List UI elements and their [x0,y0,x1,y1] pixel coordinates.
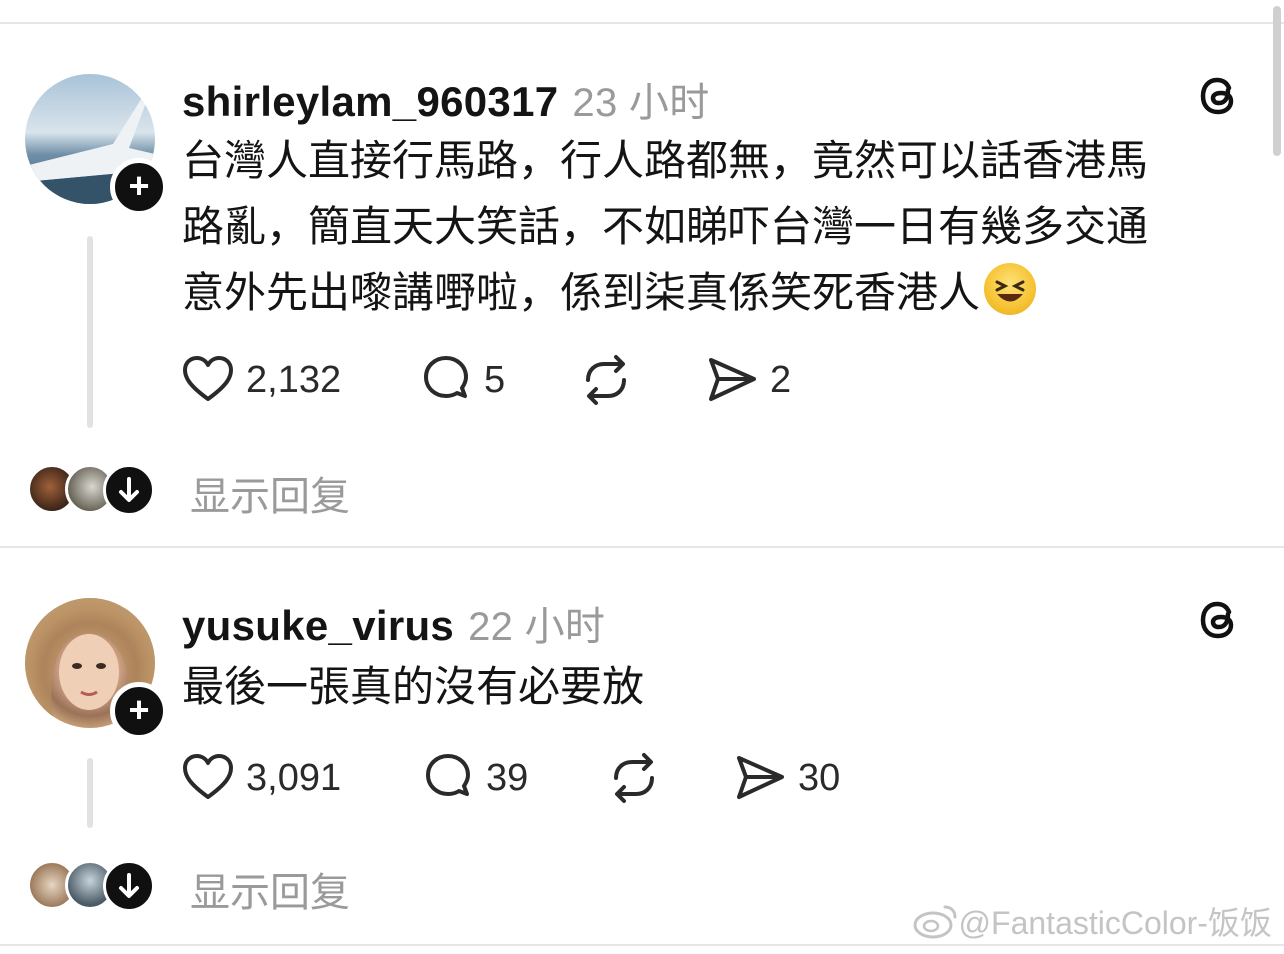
like-count: 3,091 [246,756,342,799]
repost-icon [586,355,626,405]
arrow-down-icon [119,873,139,898]
reply-avatars[interactable] [25,464,165,516]
show-replies-link[interactable]: 显示回复 [190,464,350,522]
follow-button[interactable]: + [110,682,168,740]
expand-replies-button[interactable] [103,464,155,516]
send-icon [737,756,784,799]
send-icon [709,358,756,401]
threads-logo-icon[interactable] [1196,72,1244,120]
laughing-emoji [984,263,1037,315]
comment-bubble-icon [424,356,468,398]
username[interactable]: shirleylam_960317 [182,78,558,125]
watermark-text: @FantasticColor-饭饭 [958,905,1272,941]
scrollbar[interactable] [1270,0,1284,160]
bottom-divider [0,944,1284,946]
heart-icon [183,356,233,401]
top-divider [0,22,1284,24]
repost-button[interactable] [606,750,662,806]
show-replies-link[interactable]: 显示回复 [190,860,350,918]
plus-icon: + [128,165,150,206]
share-button[interactable]: 30 [732,750,840,806]
share-count: 2 [770,358,792,401]
comment-count: 39 [486,756,529,799]
post-header: yusuke_virus 22 小时 [182,594,605,652]
plus-icon: + [128,689,150,730]
username[interactable]: yusuke_virus [182,602,454,649]
repost-button[interactable] [578,352,634,408]
heart-icon [183,754,233,799]
like-count: 2,132 [246,358,342,401]
like-button[interactable]: 3,091 [180,750,341,806]
like-button[interactable]: 2,132 [180,352,341,408]
weibo-logo-icon [913,905,957,939]
thread-line [87,758,93,828]
post-text: 最後一張真的沒有必要放 [182,654,1232,720]
post-header: shirleylam_960317 23 小时 [182,70,710,128]
post-divider [0,546,1284,548]
post-text-content: 最後一張真的沒有必要放 [182,663,645,710]
comment-count: 5 [484,358,506,401]
scrollbar-thumb[interactable] [1273,6,1281,156]
threads-logo-icon[interactable] [1196,596,1244,644]
comment-button[interactable]: 39 [420,750,528,806]
post-text: 台灣人直接行馬路，行人路都無，竟然可以話香港馬 路亂，簡直天大笑話，不如睇吓台灣… [182,128,1232,326]
comment-button[interactable]: 5 [418,352,505,408]
comment-bubble-icon [426,754,470,796]
repost-icon [614,753,654,803]
share-count: 30 [798,756,841,799]
expand-replies-button[interactable] [103,860,155,912]
reply-avatars[interactable] [25,860,165,912]
follow-button[interactable]: + [110,158,168,216]
thread-line [87,236,93,428]
arrow-down-icon [119,477,139,502]
share-button[interactable]: 2 [704,352,791,408]
post-time: 22 小时 [468,605,606,649]
post-time: 23 小时 [572,81,710,125]
watermark: @FantasticColor-饭饭 [911,898,1272,944]
